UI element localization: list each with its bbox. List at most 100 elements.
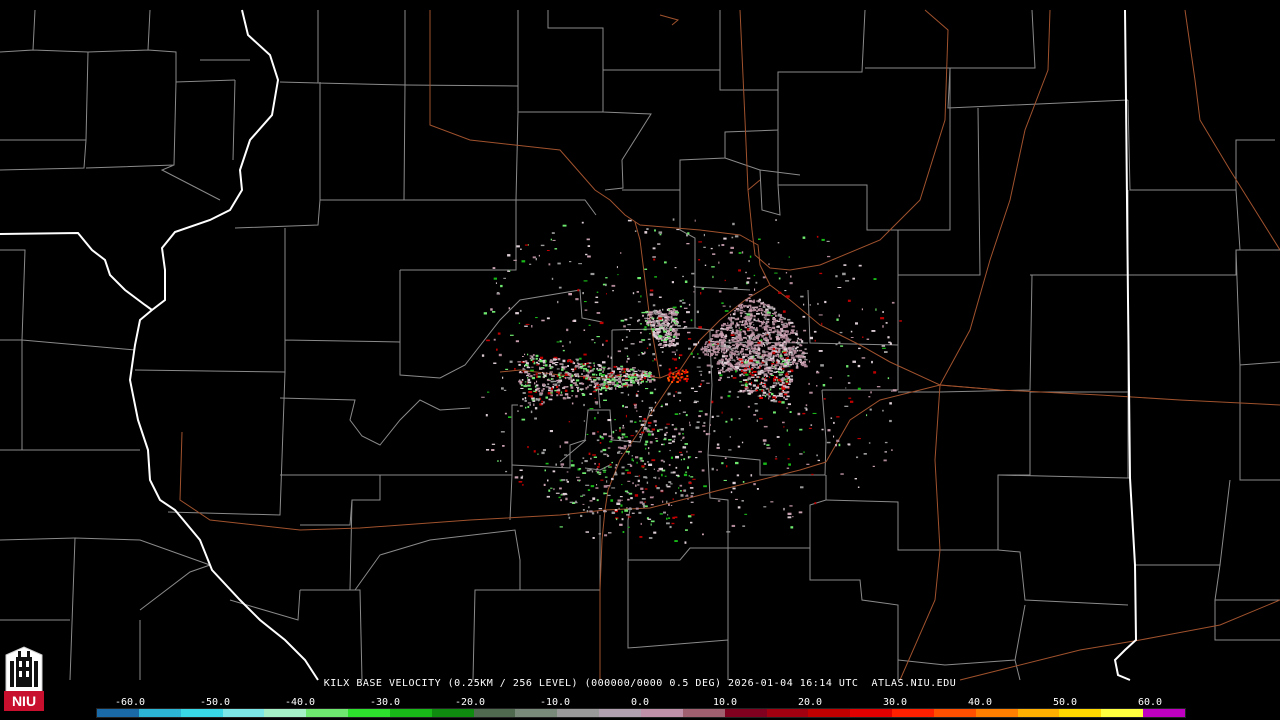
radar-echo-pixel (582, 393, 586, 396)
radar-echo-pixel (762, 301, 764, 303)
radar-echo-pixel (798, 339, 801, 340)
radar-echo-pixel (698, 357, 701, 359)
radar-echo-pixel (704, 346, 709, 348)
radar-echo-pixel (650, 520, 655, 523)
radar-echo-pixel (685, 529, 688, 531)
radar-echo-pixel (764, 314, 767, 316)
radar-echo-pixel (664, 426, 668, 429)
radar-echo-pixel (646, 310, 648, 312)
radar-map[interactable] (0, 0, 1280, 720)
radar-echo-pixel (592, 537, 595, 539)
radar-echo-pixel (576, 386, 580, 388)
radar-echo-pixel (564, 441, 569, 444)
radar-echo-pixel (552, 378, 554, 380)
radar-echo-pixel (804, 348, 807, 350)
radar-echo-pixel (882, 347, 886, 349)
radar-echo-pixel (667, 514, 669, 516)
radar-echo-pixel (700, 383, 702, 386)
radar-echo-pixel (759, 417, 763, 420)
radar-echo-pixel (532, 360, 534, 363)
radar-echo-pixel (882, 409, 884, 412)
radar-echo-pixel (753, 338, 756, 341)
radar-echo-pixel (558, 372, 562, 374)
radar-echo-pixel (862, 336, 864, 338)
radar-echo-pixel (546, 495, 550, 498)
radar-echo-pixel (719, 374, 723, 377)
radar-echo-pixel (720, 396, 723, 399)
radar-echo-pixel (595, 296, 599, 298)
radar-echo-pixel (678, 487, 680, 489)
radar-echo-pixel (672, 324, 674, 327)
radar-echo-pixel (601, 386, 606, 389)
radar-echo-pixel (631, 455, 633, 457)
radar-echo-pixel (745, 373, 749, 376)
radar-echo-pixel (587, 385, 589, 389)
radar-echo-pixel (763, 364, 765, 366)
radar-echo-pixel (615, 376, 619, 378)
radar-echo-pixel (522, 360, 525, 363)
radar-echo-pixel (737, 445, 741, 448)
radar-echo-pixel (742, 481, 745, 483)
radar-echo-pixel (583, 280, 588, 282)
radar-echo-pixel (519, 405, 523, 407)
radar-echo-pixel (786, 395, 790, 398)
radar-echo-pixel (754, 336, 759, 338)
radar-echo-pixel (688, 303, 691, 306)
radar-echo-pixel (649, 293, 654, 296)
radar-echo-pixel (782, 421, 785, 424)
radar-echo-pixel (648, 430, 653, 433)
radar-echo-pixel (639, 501, 644, 504)
radar-echo-pixel (554, 389, 558, 392)
radar-echo-pixel (543, 401, 545, 404)
radar-echo-pixel (779, 355, 783, 357)
radar-echo-pixel (530, 369, 534, 372)
radar-echo-pixel (539, 394, 543, 396)
radar-echo-pixel (818, 314, 823, 316)
radar-echo-pixel (640, 487, 644, 490)
radar-echo-pixel (611, 368, 613, 370)
radar-echo-pixel (805, 408, 808, 411)
radar-echo-pixel (606, 480, 608, 483)
radar-echo-pixel (607, 368, 610, 370)
radar-echo-pixel (664, 323, 668, 326)
radar-echo-pixel (787, 370, 792, 373)
radar-echo-pixel (676, 335, 678, 339)
radar-echo-pixel (621, 427, 625, 429)
radar-echo-pixel (581, 365, 586, 367)
radar-echo-pixel (527, 377, 529, 379)
radar-echo-pixel (522, 398, 524, 401)
radar-echo-pixel (755, 352, 757, 355)
radar-echo-pixel (789, 411, 792, 413)
radar-echo-pixel (606, 454, 608, 457)
radar-echo-pixel (674, 413, 679, 415)
radar-echo-pixel (732, 344, 735, 346)
radar-echo-pixel (570, 386, 574, 389)
radar-echo-pixel (741, 500, 744, 502)
radar-echo-pixel (559, 487, 562, 490)
radar-echo-pixel (524, 244, 529, 246)
radar-echo-pixel (667, 331, 670, 333)
radar-echo-pixel (786, 377, 788, 380)
radar-echo-pixel (752, 358, 755, 360)
radar-echo-pixel (763, 442, 766, 445)
radar-echo-pixel (768, 397, 770, 400)
radar-echo-pixel (554, 248, 558, 250)
svg-text:NIU: NIU (12, 693, 36, 709)
radar-echo-pixel (734, 235, 739, 238)
radar-echo-pixel (650, 409, 653, 412)
radar-echo-pixel (748, 376, 750, 379)
color-scale-tick: 0.0 (630, 697, 650, 708)
radar-echo-pixel (611, 461, 613, 464)
radar-echo-pixel (729, 436, 731, 438)
radar-echo-pixel (766, 334, 768, 336)
radar-echo-pixel (702, 351, 705, 354)
radar-echo-pixel (687, 338, 692, 340)
radar-echo-pixel (648, 343, 651, 346)
radar-echo-pixel (653, 358, 656, 360)
radar-echo-pixel (634, 230, 637, 232)
radar-echo-pixel (548, 489, 551, 492)
radar-echo-pixel (660, 489, 664, 492)
radar-echo-pixel (801, 364, 804, 367)
radar-echo-pixel (729, 329, 732, 331)
radar-echo-pixel (781, 387, 786, 390)
